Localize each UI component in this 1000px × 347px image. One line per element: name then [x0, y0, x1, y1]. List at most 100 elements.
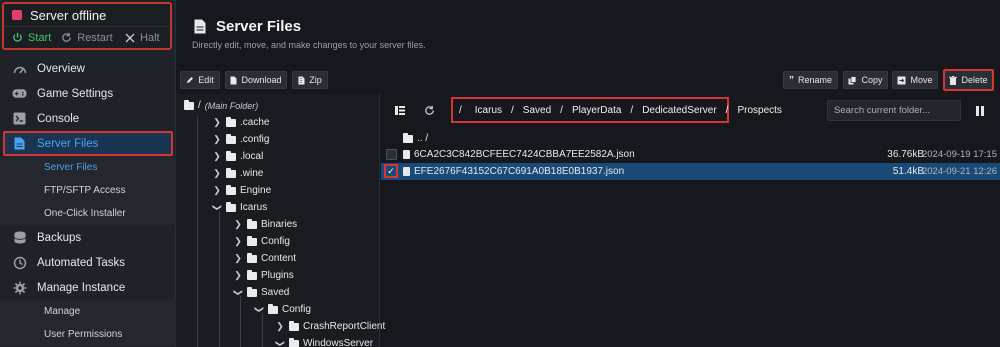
folder-icon	[226, 167, 236, 178]
tree-item-label: Engine	[240, 185, 272, 196]
file-date: 2024-09-19 17:15	[921, 149, 997, 160]
chevron-right-icon[interactable]: ❯	[212, 151, 222, 162]
breadcrumb-separator: /	[725, 104, 729, 116]
sidebar-item-backups[interactable]: Backups	[0, 225, 176, 250]
collapse-sidebar-icon[interactable]	[395, 106, 405, 115]
table-row[interactable]: 6CA2C3C842BCFEEC7424CBBA7EE2582A.json 36…	[381, 146, 1000, 163]
folder-icon	[226, 184, 236, 195]
parent-folder-label: .. /	[417, 133, 429, 144]
chevron-right-icon[interactable]: ❯	[233, 253, 243, 264]
chevron-right-icon[interactable]: ❯	[233, 236, 243, 247]
chevron-right-icon[interactable]: ❯	[212, 117, 222, 128]
folder-icon	[226, 150, 236, 161]
tree-item-saved[interactable]: ❯ Saved	[233, 284, 289, 301]
pause-icon[interactable]	[976, 106, 984, 116]
sidebar-subitem-ftp[interactable]: FTP/SFTP Access	[0, 179, 176, 202]
archive-icon	[298, 76, 305, 84]
breadcrumb-segment[interactable]: Saved	[523, 105, 551, 116]
quote-icon: ”	[788, 74, 794, 86]
row-checkbox[interactable]	[386, 149, 397, 160]
tree-item-config[interactable]: ❯ Config	[233, 233, 290, 250]
row-checkbox[interactable]: ✓	[384, 164, 398, 178]
chevron-right-icon[interactable]: ❯	[233, 219, 243, 230]
page-header: Server Files	[194, 18, 301, 35]
parent-folder-row[interactable]: .. /	[381, 130, 1000, 147]
chevron-right-icon[interactable]: ❯	[212, 168, 222, 179]
status-indicator-icon	[12, 10, 22, 20]
sidebar-subitem-manage[interactable]: Manage	[0, 300, 176, 323]
move-icon	[897, 76, 906, 84]
sidebar-subitem-permissions[interactable]: User Permissions	[0, 323, 176, 346]
tree-item-binaries[interactable]: ❯ Binaries	[233, 216, 297, 233]
start-button[interactable]: Start	[4, 27, 59, 48]
file-list-panel: / Icarus / Saved / PlayerData / Dedicate…	[381, 94, 1000, 347]
sidebar-item-game-settings[interactable]: Game Settings	[0, 81, 176, 106]
search-input[interactable]	[827, 100, 961, 121]
tree-item-label: .config	[240, 134, 270, 145]
sidebar-item-console[interactable]: Console	[0, 106, 176, 131]
chevron-down-icon[interactable]: ❯	[275, 339, 286, 347]
move-label: Move	[910, 75, 933, 85]
tree-item-engine[interactable]: ❯ Engine	[212, 182, 271, 199]
tree-item-icarus[interactable]: ❯ Icarus	[212, 199, 267, 216]
file-name-label: EFE2676F43152C67C691A0B18E0B1937.json	[414, 166, 625, 177]
move-button[interactable]: Move	[892, 71, 938, 89]
tree-item-config-dot[interactable]: ❯ .config	[212, 131, 269, 148]
edit-button[interactable]: Edit	[180, 71, 220, 89]
breadcrumb-root[interactable]: /	[459, 105, 462, 116]
breadcrumb-segment[interactable]: Icarus	[475, 105, 502, 116]
chevron-right-icon[interactable]: ❯	[212, 134, 222, 145]
tree-item-local[interactable]: ❯ .local	[212, 148, 263, 165]
tree-item-wine[interactable]: ❯ .wine	[212, 165, 263, 182]
table-row[interactable]: ✓ EFE2676F43152C67C691A0B18E0B1937.json …	[381, 163, 1000, 180]
chevron-down-icon[interactable]: ❯	[233, 288, 244, 298]
server-status-label: Server offline	[30, 7, 107, 23]
document-icon	[403, 167, 410, 176]
sidebar-item-label: Console	[37, 112, 80, 125]
tree-item-content[interactable]: ❯ Content	[233, 250, 296, 267]
sidebar-item-server-files[interactable]: Server Files	[3, 131, 173, 156]
power-controls: Start Restart Halt	[4, 26, 170, 48]
breadcrumb-separator: /	[560, 104, 563, 116]
refresh-icon[interactable]	[424, 105, 435, 116]
trash-icon	[949, 75, 958, 85]
chevron-right-icon[interactable]: ❯	[275, 321, 285, 332]
parent-folder: .. /	[403, 132, 429, 144]
tree-item-label: Content	[261, 253, 297, 264]
halt-button[interactable]: Halt	[115, 27, 170, 48]
rename-button[interactable]: ” Rename	[783, 71, 838, 89]
edit-icon	[187, 77, 194, 83]
download-button[interactable]: Download	[225, 71, 287, 89]
sidebar-item-overview[interactable]: Overview	[0, 56, 176, 81]
breadcrumb-segment[interactable]: Prospects	[737, 105, 781, 116]
tree-item-cache[interactable]: ❯ .cache	[212, 114, 269, 131]
sidebar-item-automated-tasks[interactable]: Automated Tasks	[0, 250, 176, 275]
sidebar-subitem-server-files[interactable]: Server Files	[0, 156, 176, 179]
chevron-down-icon[interactable]: ❯	[212, 203, 223, 213]
file-size: 36.76kB	[887, 149, 924, 160]
gamepad-icon	[12, 86, 27, 101]
copy-button[interactable]: Copy	[843, 71, 888, 89]
restart-button[interactable]: Restart	[59, 27, 114, 48]
power-icon	[13, 32, 22, 42]
zip-button[interactable]: Zip	[292, 71, 328, 89]
chevron-down-icon[interactable]: ❯	[254, 305, 265, 315]
tree-root[interactable]: / (Main Folder)	[184, 97, 258, 114]
tree-item-saved-config[interactable]: ❯ Config	[254, 301, 311, 318]
tree-item-plugins[interactable]: ❯ Plugins	[233, 267, 294, 284]
breadcrumb-segment[interactable]: PlayerData	[572, 105, 621, 116]
breadcrumb-segment[interactable]: DedicatedServer	[642, 105, 716, 116]
sidebar-item-label: Overview	[37, 62, 85, 75]
chevron-right-icon[interactable]: ❯	[233, 270, 243, 281]
sidebar-item-manage-instance[interactable]: Manage Instance	[0, 275, 176, 300]
tree-item-windows[interactable]: ❯ WindowsServer	[275, 335, 373, 347]
sidebar-subitem-installer[interactable]: One-Click Installer	[0, 202, 176, 225]
folder-icon	[268, 303, 278, 314]
tree-item-label: Saved	[261, 287, 290, 298]
delete-button[interactable]: Delete	[943, 69, 994, 91]
file-icon	[194, 19, 206, 34]
chevron-right-icon[interactable]: ❯	[212, 185, 222, 196]
rename-label: Rename	[797, 75, 833, 85]
tree-item-crash[interactable]: ❯ CrashReportClient	[275, 318, 385, 335]
tree-item-label: Plugins	[261, 270, 294, 281]
